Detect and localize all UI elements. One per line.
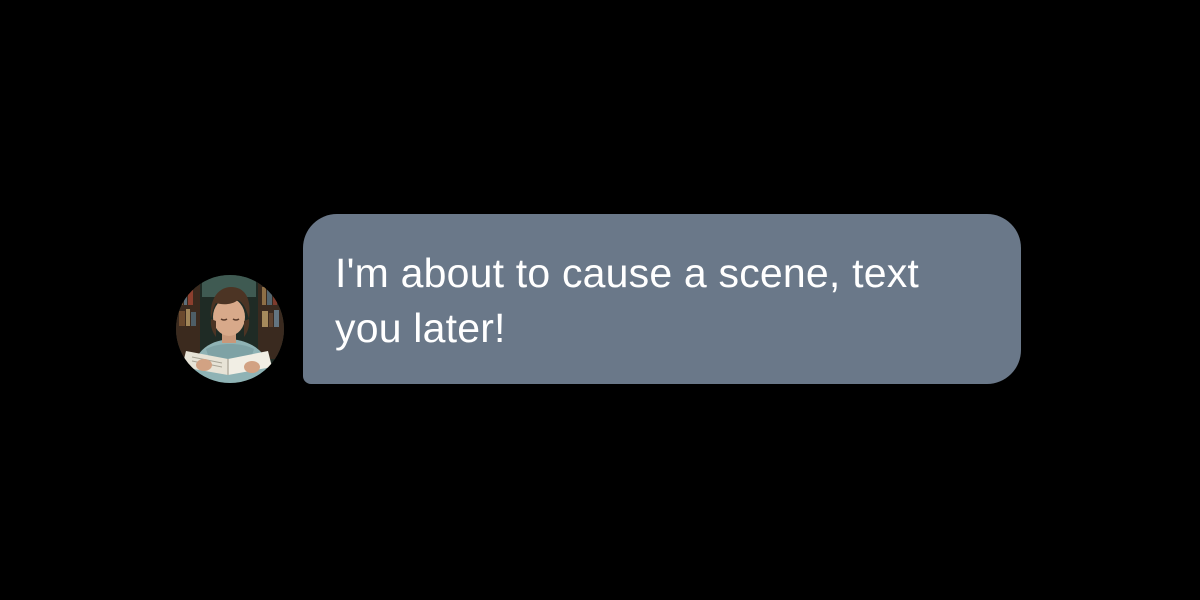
incoming-message-row: I'm about to cause a scene, text you lat… [176,214,1021,384]
sender-avatar[interactable] [176,275,284,383]
chat-screen: I'm about to cause a scene, text you lat… [0,0,1200,600]
message-bubble[interactable]: I'm about to cause a scene, text you lat… [303,214,1021,384]
person-reading-photo-icon [176,275,284,383]
